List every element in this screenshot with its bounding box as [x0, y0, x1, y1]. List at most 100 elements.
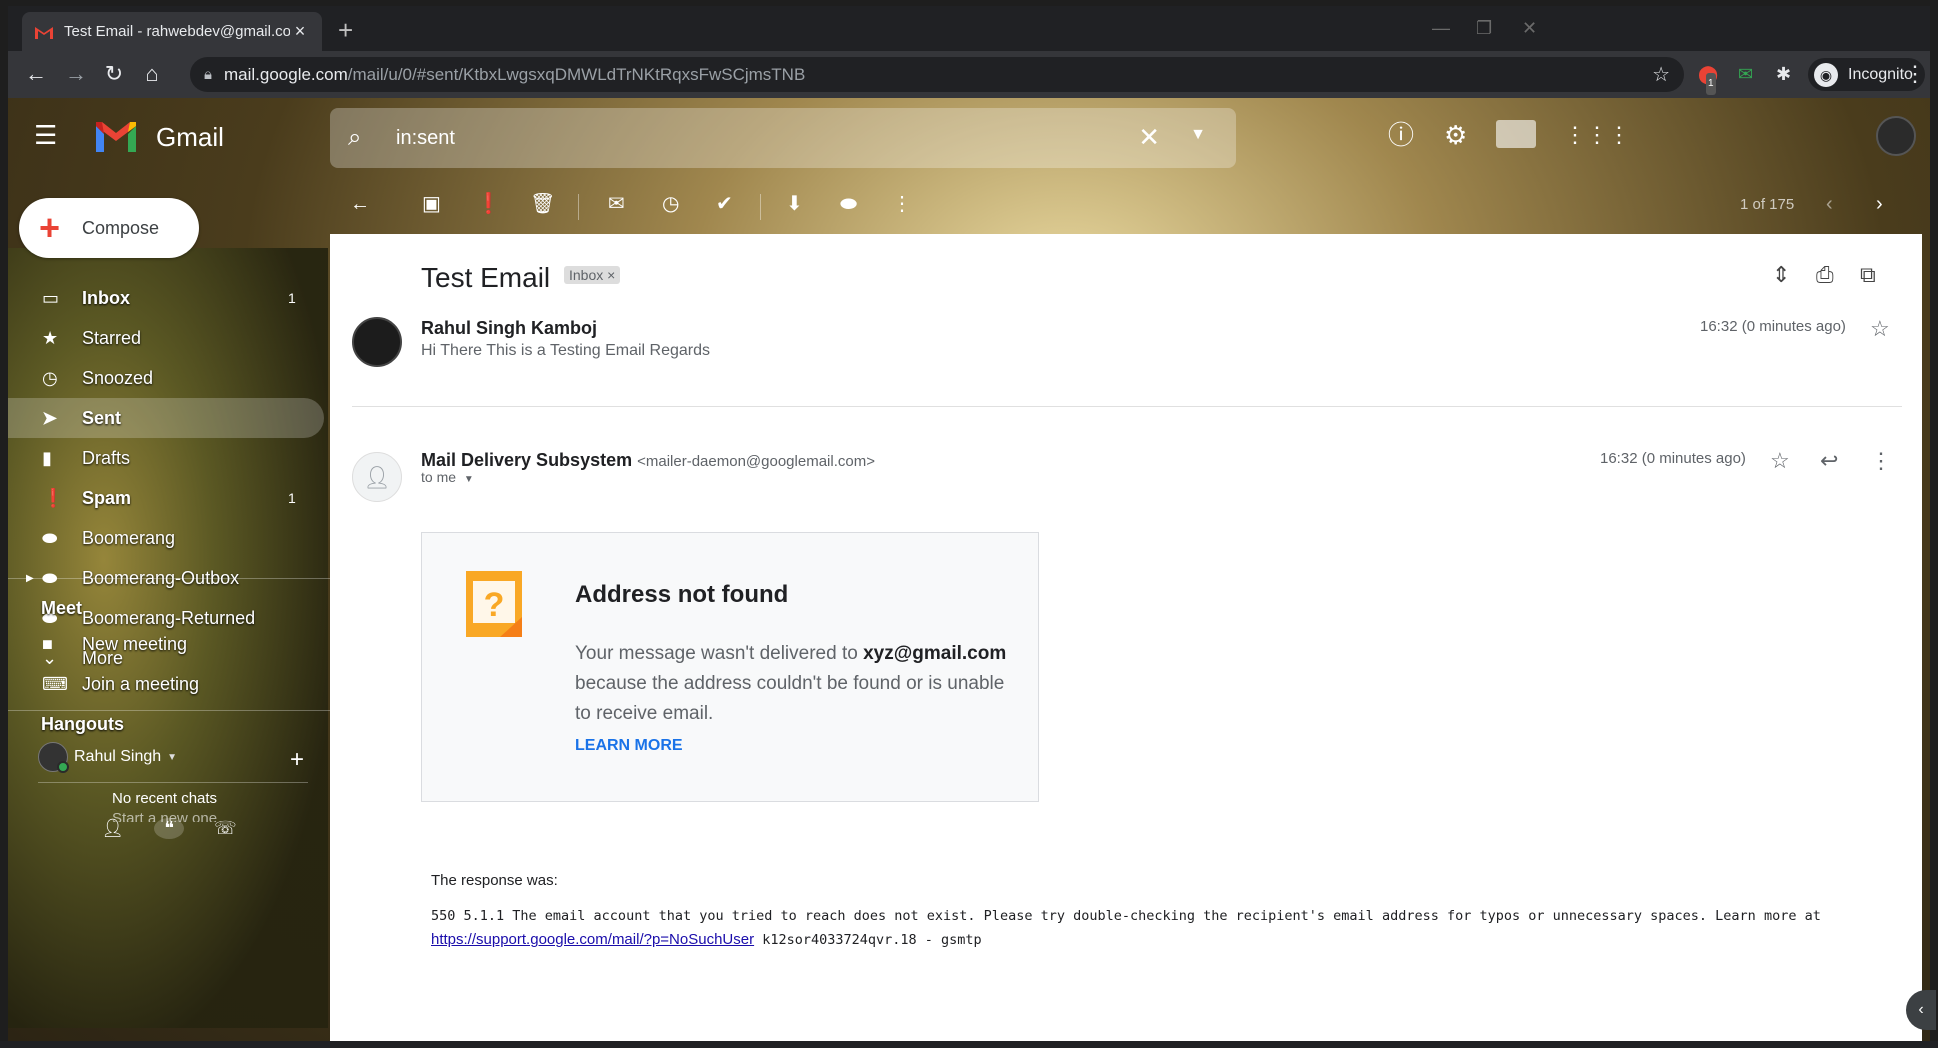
forward-icon[interactable]: → [62, 61, 90, 87]
question-note-icon: ? [466, 571, 522, 637]
newer-chevron-left-icon[interactable]: ‹ [1826, 192, 1833, 216]
url-bar[interactable]: 🔒︎ mail.google.com/mail/u/0/#sent/KtbxLw… [190, 57, 1684, 92]
compose-plus-icon: + [39, 207, 61, 248]
remove-label-icon[interactable]: × [607, 267, 615, 283]
hangouts-chat-icon[interactable]: ❝ [154, 817, 185, 839]
move-to-icon[interactable]: ⬇ [786, 192, 803, 216]
default-avatar-icon[interactable]: 👤︎ [352, 452, 402, 502]
browser-tab[interactable]: Test Email - rahwebdev@gmail.com × [22, 12, 322, 51]
tab-title: Test Email - rahwebdev@gmail.com [64, 23, 290, 40]
new-conversation-plus-icon[interactable]: + [290, 746, 304, 774]
older-chevron-right-icon[interactable]: › [1876, 192, 1883, 216]
print-icon[interactable]: ⎙ [1816, 262, 1834, 288]
window-close-icon[interactable]: ✕ [1522, 18, 1537, 39]
extension-icon[interactable]: ⬤1 [1698, 63, 1718, 95]
help-icon[interactable]: ⓘ [1388, 120, 1414, 150]
sidebar-item-spam[interactable]: ❗ Spam 1 [8, 478, 330, 518]
sidebar-item-drafts[interactable]: ▮ Drafts [8, 438, 330, 478]
support-link[interactable]: https://support.google.com/mail/?p=NoSuc… [431, 931, 754, 948]
apps-grid-icon[interactable]: ⋮⋮⋮ [1564, 120, 1630, 150]
gmail-header: ☰ Gmail ⌕ ✕ ▼ ⓘ ⚙ ⋮⋮⋮ [8, 98, 1930, 178]
hangouts-user-name: Rahul Singh [74, 748, 162, 765]
settings-gear-icon[interactable]: ⚙ [1444, 120, 1467, 150]
hangouts-user[interactable]: Rahul Singh ▼ [38, 742, 177, 773]
labels-icon[interactable]: ⬬ [840, 192, 857, 216]
clear-search-icon[interactable]: ✕ [1138, 122, 1160, 153]
minimize-icon[interactable]: — [1432, 18, 1450, 39]
archive-icon[interactable]: ▣ [422, 192, 441, 216]
browser-tab-strip: Test Email - rahwebdev@gmail.com × + — ❐… [8, 6, 1930, 51]
account-avatar[interactable] [1876, 116, 1916, 156]
draft-icon: ▮ [42, 447, 52, 468]
search-icon[interactable]: ⌕ [348, 124, 361, 152]
sidebar-item-boomerang[interactable]: ⬬ Boomerang [8, 518, 330, 558]
sender-name[interactable]: Mail Delivery Subsystem <mailer-daemon@g… [421, 450, 875, 471]
sidebar-divider [38, 782, 308, 783]
star-icon[interactable]: ☆ [1870, 316, 1890, 342]
report-spam-icon[interactable]: ❗ [476, 192, 501, 216]
delete-trash-icon[interactable]: 🗑︎ [530, 192, 555, 216]
search-options-icon[interactable]: ▼ [1190, 126, 1206, 144]
compose-button[interactable]: + Compose [19, 198, 199, 258]
add-task-icon[interactable]: ✔ [716, 192, 733, 216]
sidebar-item-label: Drafts [82, 447, 131, 468]
phone-icon[interactable]: ☏ [214, 818, 237, 839]
extensions-puzzle-icon[interactable]: ✱ [1776, 63, 1791, 85]
sender-name[interactable]: Rahul Singh Kamboj [421, 318, 597, 339]
message-toolbar: ← ▣ ❗ 🗑︎ ✉ ◷ ✔ ⬇ ⬬ ⋮ 1 of 175 ‹ › [330, 178, 1930, 234]
contacts-person-icon[interactable]: 👤︎ [101, 818, 124, 839]
sender-avatar[interactable] [352, 317, 402, 367]
expand-all-icon[interactable]: ⇕ [1772, 262, 1790, 288]
sidebar-item-starred[interactable]: ★ Starred [8, 318, 330, 358]
reload-icon[interactable]: ↻ [100, 61, 128, 87]
new-meeting-label: New meeting [82, 633, 188, 654]
snooze-clock-icon[interactable]: ◷ [662, 192, 679, 216]
boomerang-envelope-icon[interactable] [1496, 120, 1536, 148]
tab-close-icon[interactable]: × [290, 21, 310, 42]
new-tab-button[interactable]: + [338, 16, 353, 44]
message-time: 16:32 (0 minutes ago) [1700, 318, 1846, 335]
recipients-label: to me [421, 469, 457, 485]
restore-icon[interactable]: ❐ [1476, 18, 1492, 39]
gmail-favicon-icon [35, 26, 53, 39]
sidebar-item-inbox[interactable]: ▭ Inbox 1 [8, 278, 330, 318]
sidebar-divider [8, 710, 330, 711]
back-to-list-icon[interactable]: ← [350, 192, 370, 216]
recipients-toggle[interactable]: to me ▼ [421, 469, 474, 485]
online-status-icon [57, 761, 69, 773]
label-chip-text: Inbox [569, 267, 604, 283]
mark-unread-icon[interactable]: ✉ [608, 192, 625, 216]
sender-display-name: Mail Delivery Subsystem [421, 450, 633, 470]
reply-icon[interactable]: ↩ [1820, 448, 1838, 474]
join-meeting-link[interactable]: ⌨ Join a meeting [8, 664, 330, 704]
svg-text:?: ? [484, 586, 505, 624]
gmail-brand: Gmail [156, 122, 224, 152]
back-icon[interactable]: ← [22, 61, 50, 87]
learn-more-link[interactable]: LEARN MORE [575, 737, 683, 755]
unread-count: 1 [288, 290, 296, 306]
home-icon[interactable]: ⌂ [138, 61, 166, 87]
smtp-response: 550 5.1.1 The email account that you tri… [431, 904, 1901, 952]
new-meeting-link[interactable]: ■ New meeting [8, 624, 330, 664]
sidebar-divider [8, 578, 330, 579]
failed-address: xyz@gmail.com [863, 643, 1007, 664]
search-bar[interactable]: ⌕ ✕ ▼ [330, 108, 1236, 168]
star-icon[interactable]: ☆ [1770, 448, 1790, 474]
bounce-title: Address not found [575, 581, 789, 608]
search-input[interactable] [396, 122, 1096, 154]
browser-menu-icon[interactable]: ⋮ [1904, 61, 1926, 87]
bookmark-star-icon[interactable]: ☆ [1652, 62, 1670, 87]
inbox-label-chip[interactable]: Inbox × [564, 266, 621, 284]
open-new-window-icon[interactable]: ⧉ [1860, 262, 1876, 288]
browser-toolbar: ← → ↻ ⌂ 🔒︎ mail.google.com/mail/u/0/#sen… [8, 51, 1930, 98]
response-label: The response was: [431, 872, 558, 889]
sidebar-item-snoozed[interactable]: ◷ Snoozed [8, 358, 330, 398]
mail-extension-icon[interactable]: ✉ [1738, 63, 1753, 85]
taskbar-edge [0, 1041, 1938, 1048]
sidebar-item-sent[interactable]: ➤ Sent [8, 398, 324, 438]
more-options-icon[interactable]: ⋮ [1870, 448, 1892, 474]
response-text: 550 5.1.1 The email account that you tri… [431, 908, 1821, 924]
more-actions-icon[interactable]: ⋮ [892, 192, 912, 216]
main-menu-icon[interactable]: ☰ [34, 120, 57, 151]
message-snippet[interactable]: Hi There This is a Testing Email Regards [421, 342, 710, 360]
